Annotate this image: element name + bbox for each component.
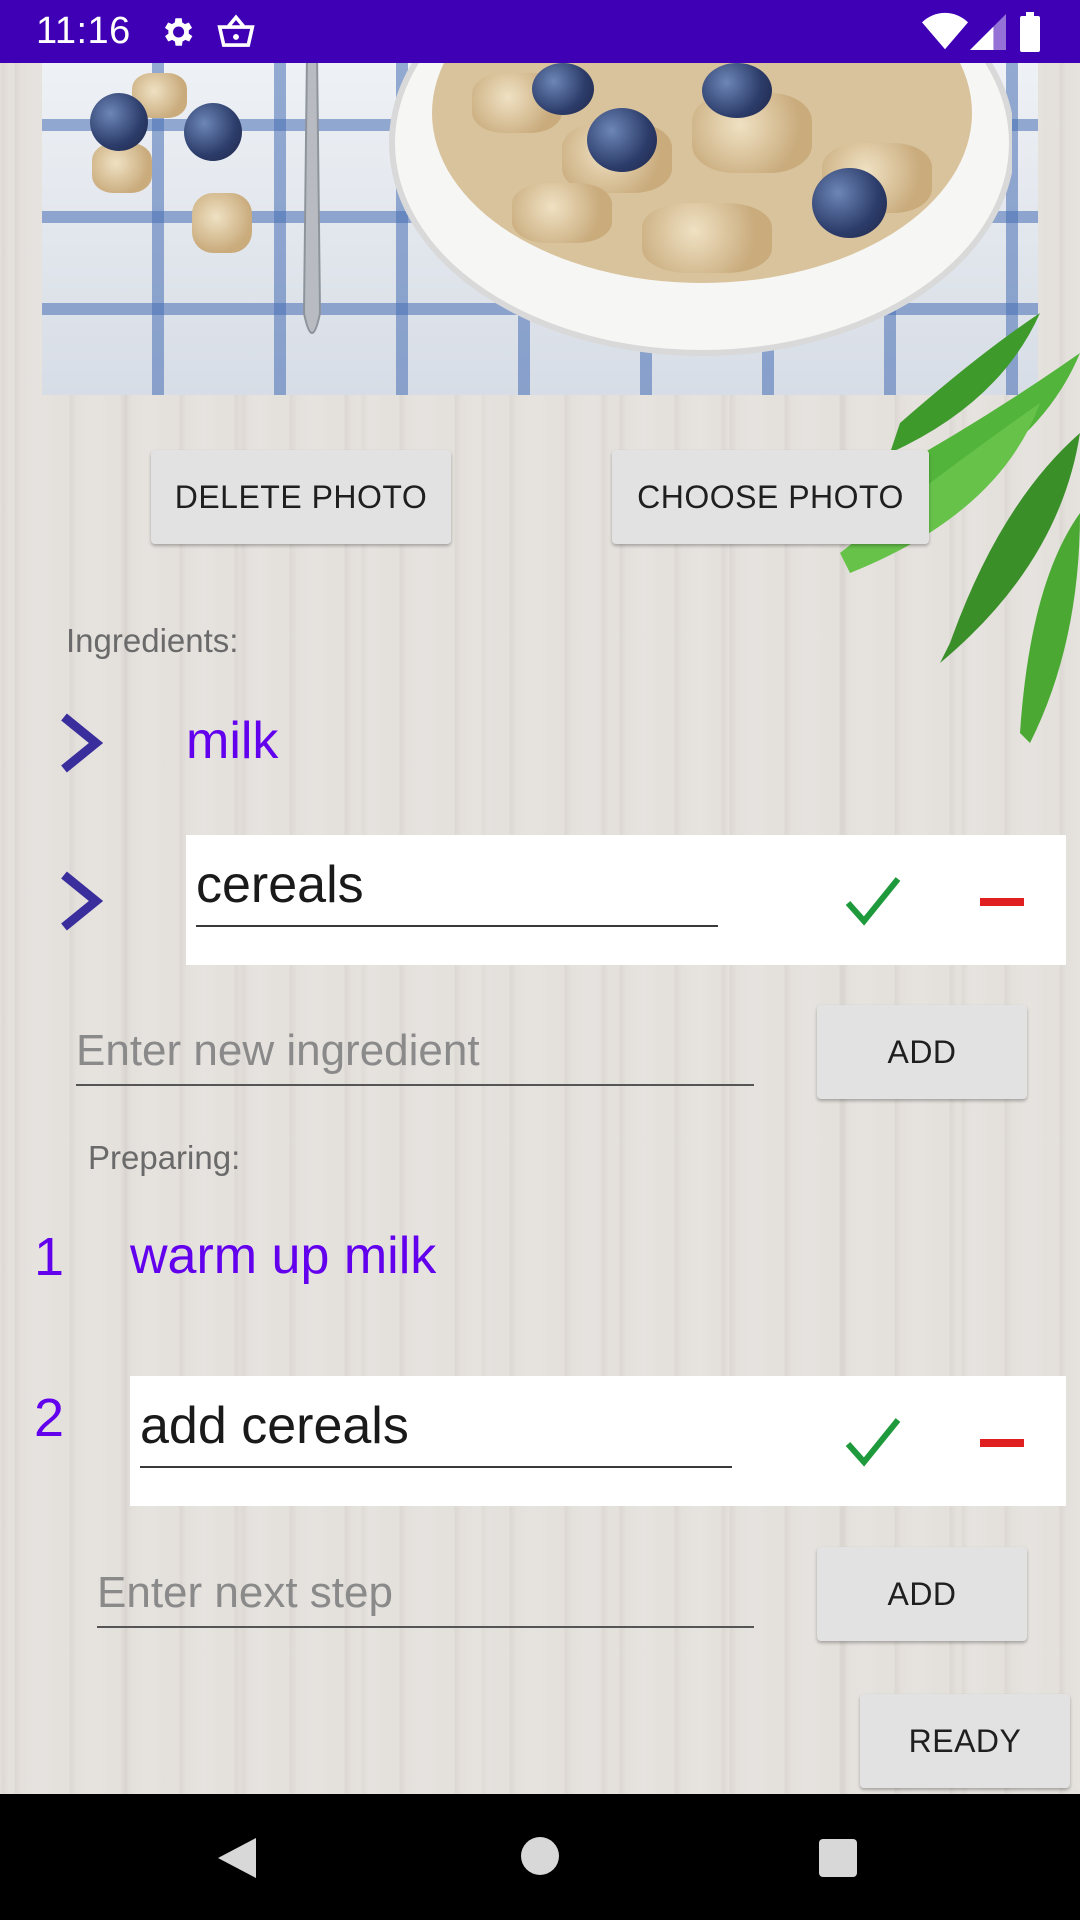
oat-cluster bbox=[642, 203, 772, 273]
blueberry bbox=[587, 108, 657, 172]
minus-icon[interactable] bbox=[980, 898, 1024, 906]
delete-photo-button[interactable]: DELETE PHOTO bbox=[151, 450, 451, 544]
new-ingredient-input[interactable]: Enter new ingredient bbox=[76, 1026, 754, 1086]
status-bar: 11:16 bbox=[0, 0, 1080, 63]
blueberry bbox=[702, 63, 772, 118]
ready-button[interactable]: READY bbox=[860, 1694, 1070, 1788]
blueberry bbox=[184, 103, 242, 161]
add-step-button[interactable]: ADD bbox=[817, 1547, 1027, 1641]
ingredients-heading: Ingredients: bbox=[66, 622, 239, 659]
step-edit-field[interactable]: add cereals bbox=[140, 1396, 732, 1468]
oat-cluster bbox=[192, 193, 252, 253]
ingredient-item-text[interactable]: milk bbox=[186, 711, 278, 771]
status-time: 11:16 bbox=[36, 10, 131, 52]
ingredient-edit-field[interactable]: cereals bbox=[196, 855, 718, 927]
battery-icon bbox=[1020, 12, 1040, 52]
step-item-text[interactable]: warm up milk bbox=[130, 1226, 436, 1286]
recipe-editor: DELETE PHOTO CHOOSE PHOTO Ingredients: m… bbox=[0, 63, 1080, 1794]
recents-icon[interactable] bbox=[818, 1838, 858, 1878]
blueberry bbox=[532, 63, 594, 115]
check-icon[interactable] bbox=[844, 875, 902, 927]
oat-cluster bbox=[512, 183, 612, 243]
signal-icon bbox=[970, 14, 1006, 50]
step-number: 1 bbox=[34, 1227, 65, 1287]
back-icon[interactable] bbox=[216, 1836, 258, 1880]
navigation-bar bbox=[0, 1794, 1080, 1920]
wifi-icon bbox=[922, 12, 968, 50]
chevron-right-icon[interactable] bbox=[58, 713, 104, 773]
gear-icon bbox=[164, 18, 193, 46]
basket-icon bbox=[217, 14, 255, 47]
ingredient-edit-row: cereals bbox=[186, 835, 1066, 965]
step-number: 2 bbox=[34, 1388, 65, 1448]
choose-photo-button[interactable]: CHOOSE PHOTO bbox=[612, 450, 929, 544]
home-icon[interactable] bbox=[520, 1836, 560, 1876]
chevron-right-icon[interactable] bbox=[58, 871, 104, 931]
add-ingredient-button[interactable]: ADD bbox=[817, 1005, 1027, 1099]
preparing-heading: Preparing: bbox=[88, 1139, 241, 1176]
blueberry bbox=[812, 168, 887, 238]
check-icon[interactable] bbox=[844, 1416, 902, 1468]
step-edit-row: add cereals bbox=[130, 1376, 1066, 1506]
spoon-graphic bbox=[302, 63, 322, 334]
minus-icon[interactable] bbox=[980, 1439, 1024, 1447]
new-step-input[interactable]: Enter next step bbox=[97, 1568, 754, 1628]
blueberry bbox=[90, 93, 148, 151]
